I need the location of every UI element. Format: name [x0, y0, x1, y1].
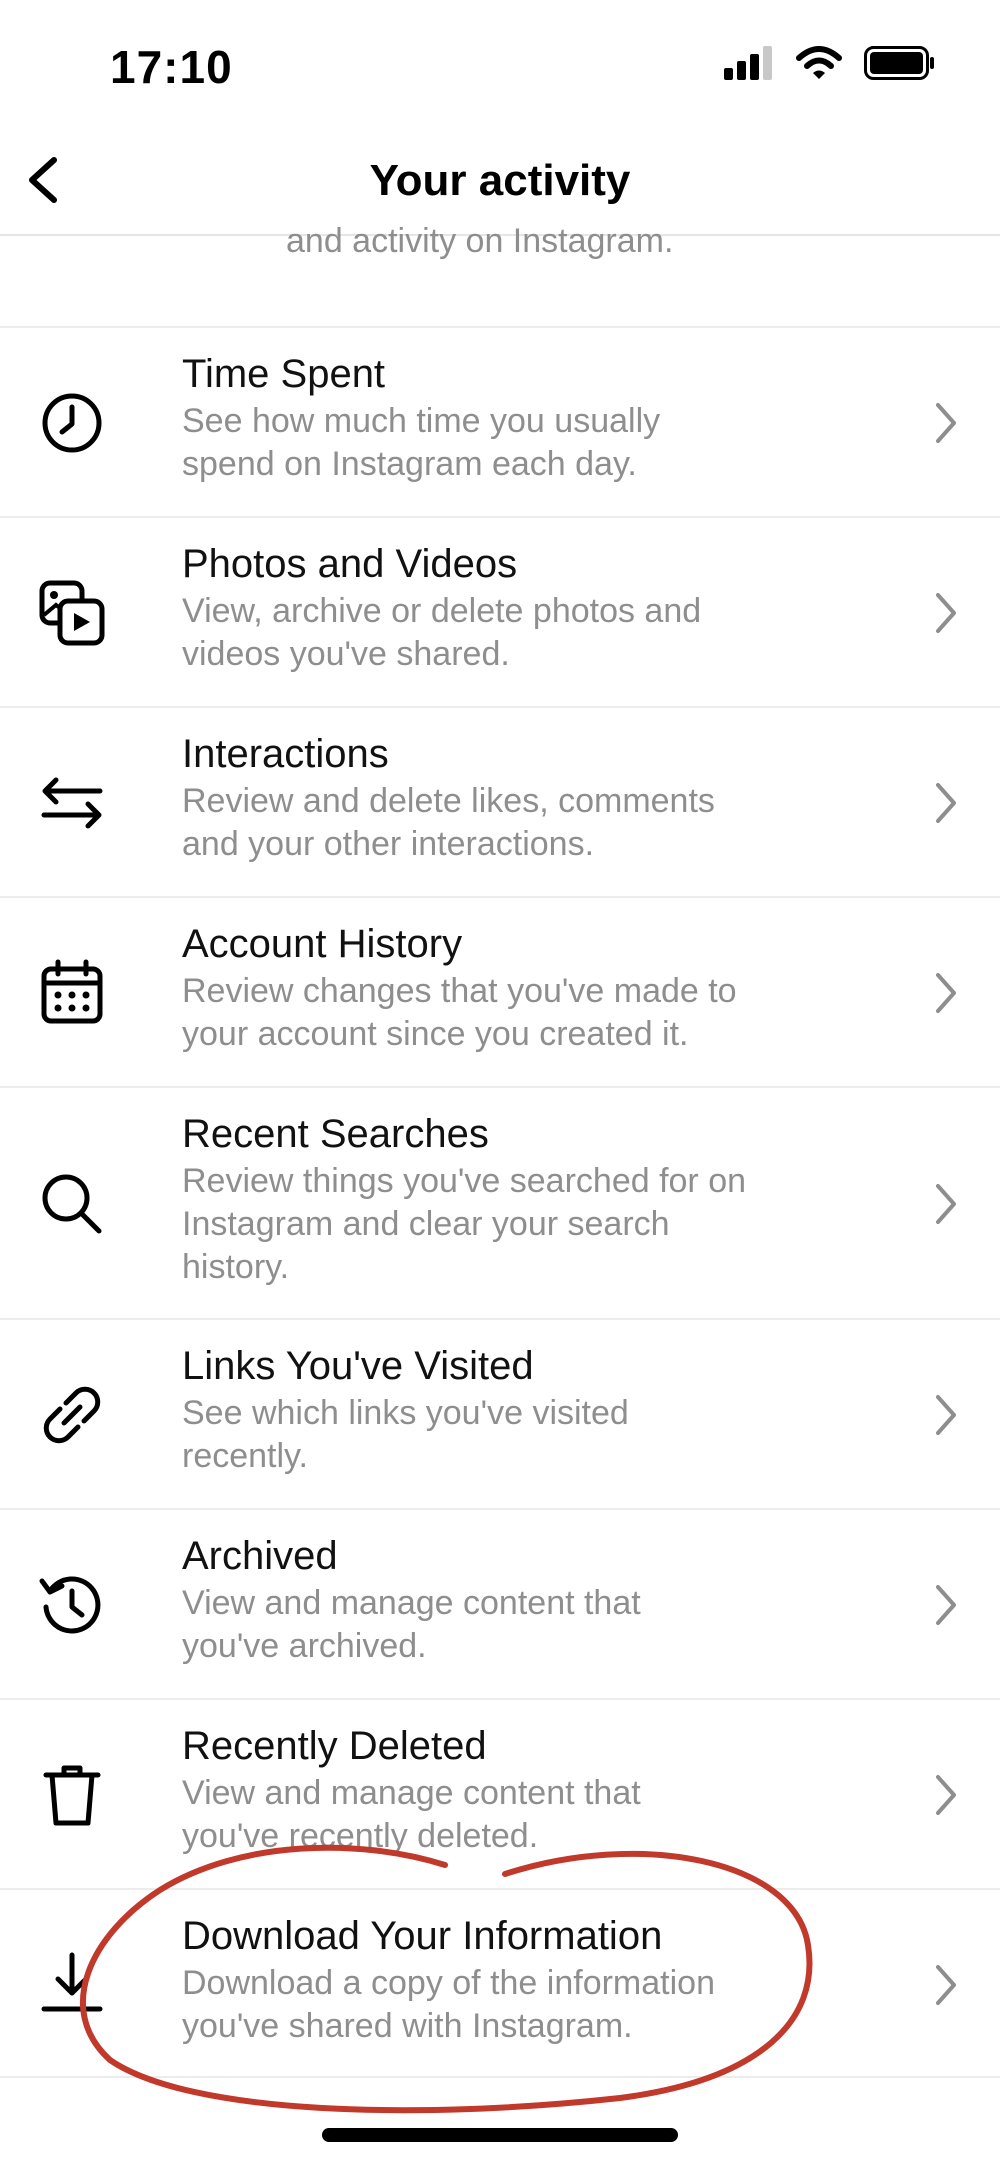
list-item-links-visited[interactable]: Links You've Visited See which links you… [0, 1318, 1000, 1508]
row-text: Recently Deleted View and manage content… [182, 1722, 822, 1858]
item-title: Recently Deleted [182, 1724, 487, 1768]
row-text: Recent Searches Review things you've sea… [182, 1110, 822, 1289]
photos-videos-icon [39, 580, 105, 646]
list-item-photos-and-videos[interactable]: Photos and Videos View, archive or delet… [0, 516, 1000, 706]
chevron-right-icon [936, 1775, 956, 1815]
row-text: Photos and Videos View, archive or delet… [182, 540, 822, 676]
chevron-right-icon [936, 1585, 956, 1625]
battery-icon [864, 46, 934, 80]
item-description: Review changes that you've made to your a… [182, 972, 737, 1053]
list-item-time-spent[interactable]: Time Spent See how much time you usually… [0, 326, 1000, 516]
status-icons [724, 46, 936, 80]
history-icon [39, 1576, 101, 1634]
list-item-account-history[interactable]: Account History Review changes that you'… [0, 896, 1000, 1086]
item-title: Time Spent [182, 352, 386, 396]
row-text: Archived View and manage content that you… [182, 1532, 822, 1668]
intro-text: and activity on Instagram. [286, 222, 674, 260]
item-description: View, archive or delete photos and videos… [182, 592, 702, 673]
wifi-icon [796, 46, 842, 79]
list-item-download-information[interactable]: Download Your Information Download a cop… [0, 1888, 1000, 2078]
clock-icon [42, 393, 102, 453]
chevron-right-icon [936, 1395, 956, 1435]
page-title: Your activity [369, 156, 631, 205]
list-item-archived[interactable]: Archived View and manage content that you… [0, 1508, 1000, 1698]
activity-list: Time Spent See how much time you usually… [0, 326, 1000, 2078]
chevron-right-icon [936, 973, 956, 1013]
chevron-right-icon [936, 1184, 956, 1224]
list-item-interactions[interactable]: Interactions Review and delete likes, co… [0, 706, 1000, 896]
list-item-recently-deleted[interactable]: Recently Deleted View and manage content… [0, 1698, 1000, 1888]
chevron-right-icon [936, 783, 956, 823]
row-text: Download Your Information Download a cop… [182, 1912, 822, 2048]
item-description: See how much time you usually spend on In… [182, 402, 661, 483]
trash-icon [43, 1765, 101, 1826]
chevron-right-icon [936, 593, 956, 633]
row-text: Account History Review changes that you'… [182, 920, 822, 1056]
item-description: Download a copy of the information you've… [182, 1964, 715, 2045]
item-description: See which links you've visited recently. [182, 1394, 629, 1475]
cellular-signal-icon [724, 46, 772, 80]
item-title: Account History [182, 922, 463, 966]
list-item-recent-searches[interactable]: Recent Searches Review things you've sea… [0, 1086, 1000, 1318]
item-title: Download Your Information [182, 1914, 663, 1958]
status-time: 17:10 [110, 41, 233, 93]
calendar-icon [41, 959, 103, 1024]
arrows-swap-icon [41, 777, 103, 829]
item-title: Recent Searches [182, 1112, 489, 1156]
row-text: Time Spent See how much time you usually… [182, 350, 822, 486]
item-title: Photos and Videos [182, 542, 518, 586]
item-title: Interactions [182, 732, 389, 776]
nav-bar: Your activity [0, 130, 1000, 236]
item-description: View and manage content that you've recen… [182, 1774, 641, 1855]
status-bar: 17:10 [0, 0, 1000, 130]
chevron-right-icon [936, 1965, 956, 2005]
item-description: Review and delete likes, comments and you… [182, 782, 715, 863]
home-indicator [322, 2128, 678, 2142]
row-text: Links You've Visited See which links you… [182, 1342, 822, 1478]
item-title: Links You've Visited [182, 1344, 534, 1388]
item-description: Review things you've searched for on Inst… [182, 1162, 747, 1286]
download-icon [41, 1952, 103, 2012]
item-description: View and manage content that you've archi… [182, 1584, 641, 1665]
row-text: Interactions Review and delete likes, co… [182, 730, 822, 866]
item-title: Archived [182, 1534, 338, 1578]
search-icon [42, 1174, 102, 1234]
link-icon [43, 1386, 101, 1444]
chevron-right-icon [936, 403, 956, 443]
